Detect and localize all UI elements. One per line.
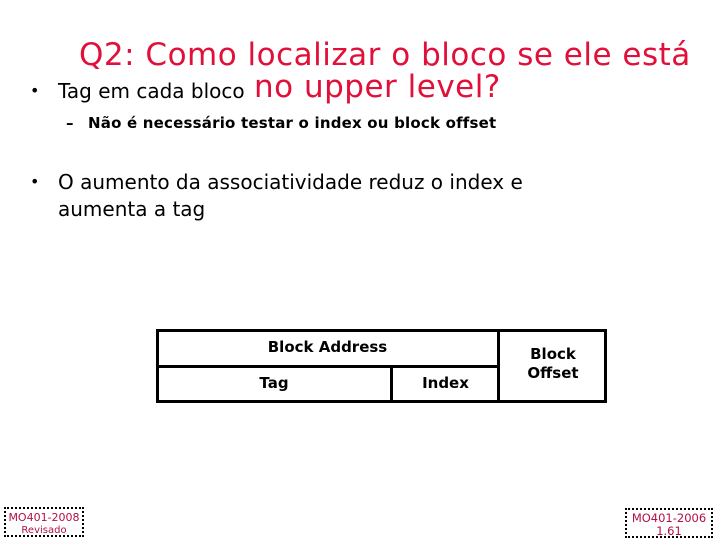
diagram-divider — [156, 365, 499, 368]
footer-slide-number-badge: MO401-2006 1.61 — [625, 508, 713, 538]
index-field-label: Index — [422, 374, 469, 392]
bullet-marker: • — [30, 81, 40, 100]
sub-bullet-text: Não é necessário testar o index ou block… — [88, 114, 497, 132]
block-offset-field-label: Block Offset — [499, 345, 607, 383]
bullet-text-continuation: aumenta a tag — [58, 197, 206, 221]
slide-number: 1.61 — [656, 524, 682, 538]
slide-title-line-1: Q2: Como localizar o bloco se ele está — [79, 37, 691, 73]
block-offset-line-1: Block — [530, 345, 576, 363]
footer-course-badge-left: MO401-2008 Revisado — [4, 507, 84, 537]
footer-left-line-2: Revisado — [21, 525, 67, 536]
tag-field-label: Tag — [259, 374, 289, 392]
slide-title-line-2: no upper level? — [254, 69, 501, 105]
block-address-diagram: Block Address Tag Index Block Offset — [156, 329, 607, 403]
sub-bullet-marker: – — [66, 114, 74, 132]
block-offset-line-2: Offset — [527, 364, 579, 382]
footer-left-line-1: MO401-2008 — [8, 511, 80, 524]
bullet-text: O aumento da associatividade reduz o ind… — [58, 170, 523, 194]
block-address-label: Block Address — [267, 338, 388, 356]
bullet-text: Tag em cada bloco — [58, 79, 245, 103]
bullet-marker: • — [30, 172, 40, 191]
